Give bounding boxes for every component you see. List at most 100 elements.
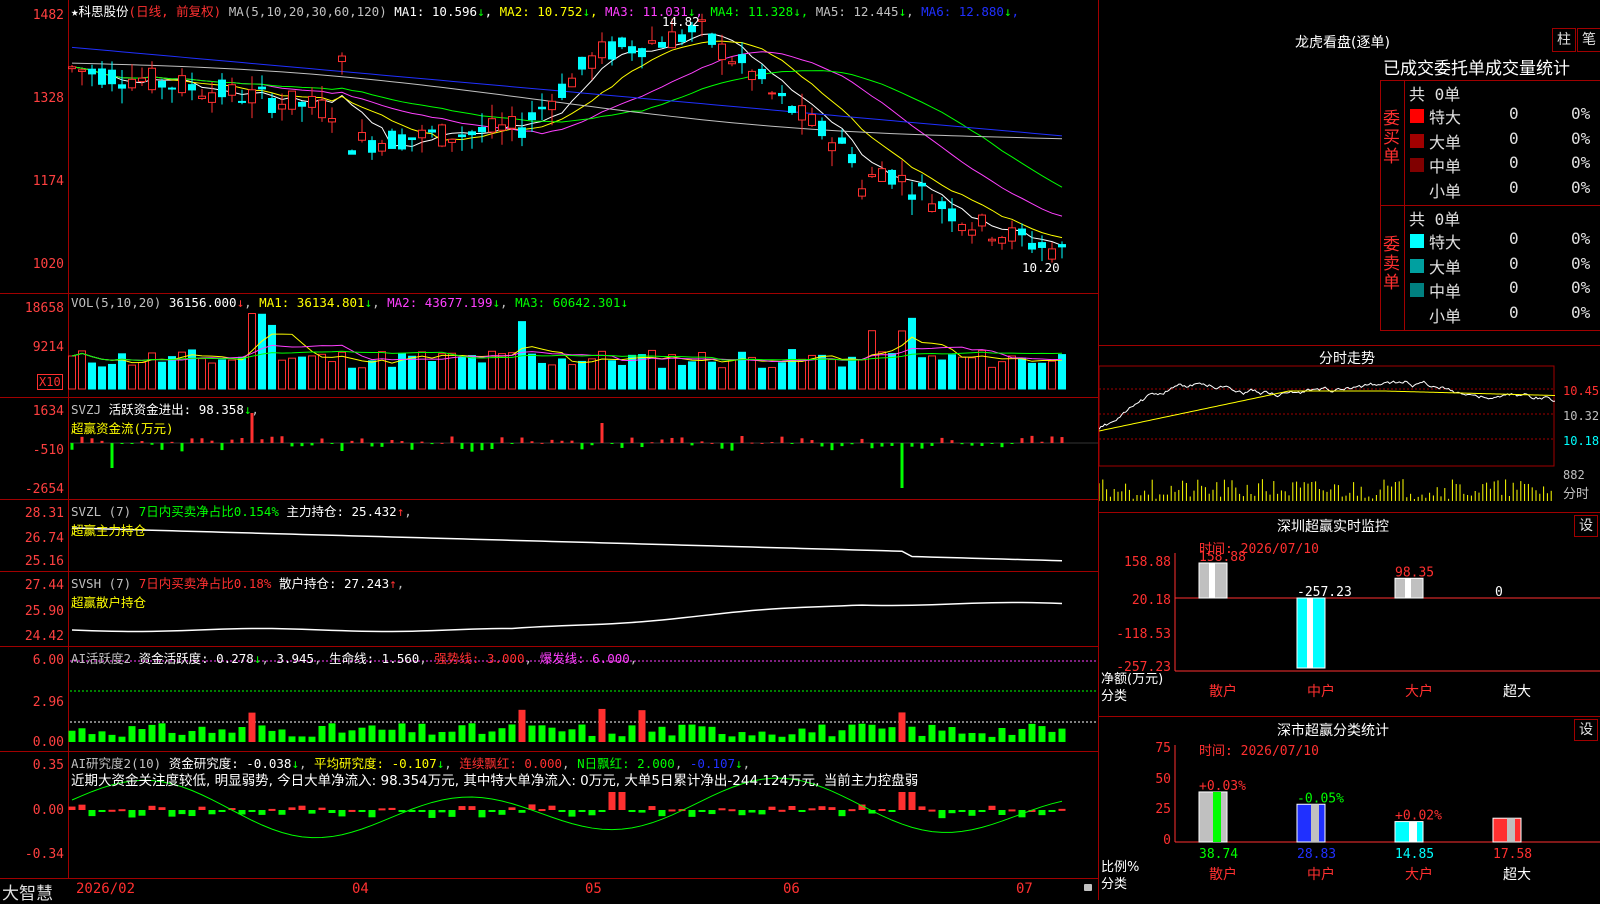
research-bar (208, 810, 216, 815)
vol-ma1: MA1: 36134.801 (259, 295, 365, 310)
buy-row-3-n: 0 (1509, 177, 1519, 197)
candle-body (68, 66, 76, 70)
candle-body (768, 92, 776, 95)
research-bar (578, 810, 586, 812)
activity-bar (108, 734, 116, 742)
x-label-1: 04 (352, 881, 369, 897)
fund-flow-bar (160, 443, 164, 450)
activity-bar (358, 727, 366, 742)
fund-flow-bar (420, 441, 424, 443)
research-bar (638, 810, 646, 813)
realtime-monitor-panel[interactable]: 深圳超赢实时监控 设 时间: 2026/07/10 158.88 20.18 -11… (1099, 512, 1600, 717)
research-bar (1048, 810, 1056, 812)
ai-activity-pane[interactable]: 6.00 2.96 0.00 AI活跃度2 资金活跃度: 0.278↓, 3.9… (0, 647, 1098, 752)
activity-bar (678, 724, 686, 742)
ai2-v4: 强势线: 3.000 (434, 651, 525, 666)
candle-body (718, 43, 726, 61)
activity-bar (428, 734, 436, 742)
fund-flow-bar (590, 443, 594, 446)
volume-bar (198, 358, 206, 390)
candle-body (378, 142, 386, 152)
tick-mode-button[interactable]: 笔 (1577, 28, 1600, 52)
lock-icon[interactable] (1084, 884, 1092, 891)
activity-bar (508, 724, 516, 742)
candle-body (298, 101, 306, 107)
activity-bar (598, 708, 606, 742)
activity-bar (968, 732, 976, 742)
candle-body (248, 89, 256, 104)
fund-flow-bar (190, 438, 194, 443)
candle-body (408, 137, 416, 141)
net-amount-chart[interactable]: 158.8820.18-118.53-257.23散户158.88中户-257.… (1099, 513, 1600, 717)
fund-flow-bar (620, 443, 624, 448)
research-bar (718, 808, 726, 811)
buy-row-1-p: 0% (1571, 128, 1591, 148)
activity-bar (338, 732, 346, 742)
candle-body (358, 132, 366, 141)
volume-bar (298, 356, 306, 390)
activity-bar (938, 730, 946, 742)
research-bar (568, 810, 576, 817)
vol-title: VOL(5,10,20) (71, 295, 162, 310)
research-bar (498, 810, 506, 815)
svzl-title: SVZL (7) (71, 504, 132, 519)
fund-flow-bar (270, 436, 274, 443)
price-header: ★科思股份(日线, 前复权) MA(5,10,20,30,60,120) MA1… (71, 1, 1019, 20)
volume-bar (778, 362, 786, 390)
sell-row-2-n: 0 (1509, 278, 1519, 297)
ma-label-4: MA4: 11.328↓, (702, 4, 809, 19)
volume-bar (888, 353, 896, 390)
fund-flow-bar (260, 439, 264, 443)
ma-label-1: MA1: 10.596↓, (394, 4, 493, 19)
fund-flow-bar (240, 438, 244, 443)
star-icon[interactable]: ★ (71, 4, 79, 19)
fund-flow-bar (460, 443, 464, 449)
ai2-title: AI活跃度2 (71, 651, 132, 666)
fund-flow-bar (980, 443, 984, 446)
intraday-panel[interactable]: 分时走势 10.45 10.32 10.18 882 分时 (1099, 345, 1600, 513)
ratio-chart[interactable]: 75 50 25 0 +0.03% 38.74 散户 -0.05% 28.83 中户 +0.02% 1… (1099, 717, 1600, 901)
research-bar (438, 810, 446, 813)
activity-bar (298, 736, 306, 742)
bar-mode-button[interactable]: 柱 (1552, 28, 1576, 52)
activity-bar (478, 733, 486, 742)
activity-bar (268, 730, 276, 742)
candle-body (748, 70, 756, 81)
svzl-pane[interactable]: 28.31 26.74 25.16 SVZL (7) 7日内买卖净占比0.154… (0, 500, 1098, 572)
svsh-pane[interactable]: 27.44 25.90 24.42 SVSH (7) 7日内买卖净占比0.18%… (0, 572, 1098, 647)
longhu-subtitle: 已成交委托单成交量统计 (1383, 59, 1570, 79)
research-bar (968, 810, 976, 816)
fund-flow-bar (670, 437, 674, 443)
vol-value: 36156.000 (168, 295, 237, 310)
volume-bar (478, 362, 486, 390)
activity-bar (1008, 734, 1016, 742)
volume-pane[interactable]: 18658 9214 X10 VOL(5,10,20) 36156.000↓, … (0, 294, 1098, 398)
research-bar (118, 809, 126, 812)
activity-bar (568, 729, 576, 742)
candlestick-chart[interactable] (0, 0, 1098, 293)
volume-bar (928, 355, 936, 390)
fund-flow-bar (470, 443, 474, 452)
activity-bar (218, 729, 226, 742)
candle-body (818, 120, 826, 137)
research-bar (478, 810, 486, 818)
vol-ma3: MA3: 60642.301 (515, 295, 621, 310)
volume-bar (788, 349, 796, 390)
category-stats-panel[interactable]: 深市超赢分类统计 设 时间: 2026/07/10 75 50 25 0 +0.03% 3… (1099, 716, 1600, 901)
volume-bar (258, 313, 266, 390)
monitor-cat-3: 超大 (1503, 684, 1531, 700)
candle-body (78, 69, 86, 72)
fund-flow-bar (290, 443, 294, 447)
candle-body (938, 201, 946, 210)
ai-research-pane[interactable]: 0.35 0.00 -0.34 AI研究度2(10) 资金研究度: -0.038… (0, 752, 1098, 878)
fund-flow-bar (710, 442, 714, 444)
stats-cat-2: 大户 (1405, 866, 1433, 883)
svzj-pane[interactable]: 1634 -510 -2654 SVZJ 活跃资金进出: 98.358↓, 超赢… (0, 398, 1098, 500)
research-bar (68, 806, 76, 810)
ai2-v5: 爆发线: 6.000 (539, 651, 630, 666)
fund-flow-bar (390, 439, 394, 443)
research-bar (728, 809, 736, 812)
price-pane[interactable]: 1482 1328 1174 1020 ★科思股份(日线, 前复权) MA(5,… (0, 0, 1098, 294)
period-label[interactable]: (日线, 前复权) (129, 4, 222, 19)
intraday-chart[interactable] (1099, 346, 1600, 513)
